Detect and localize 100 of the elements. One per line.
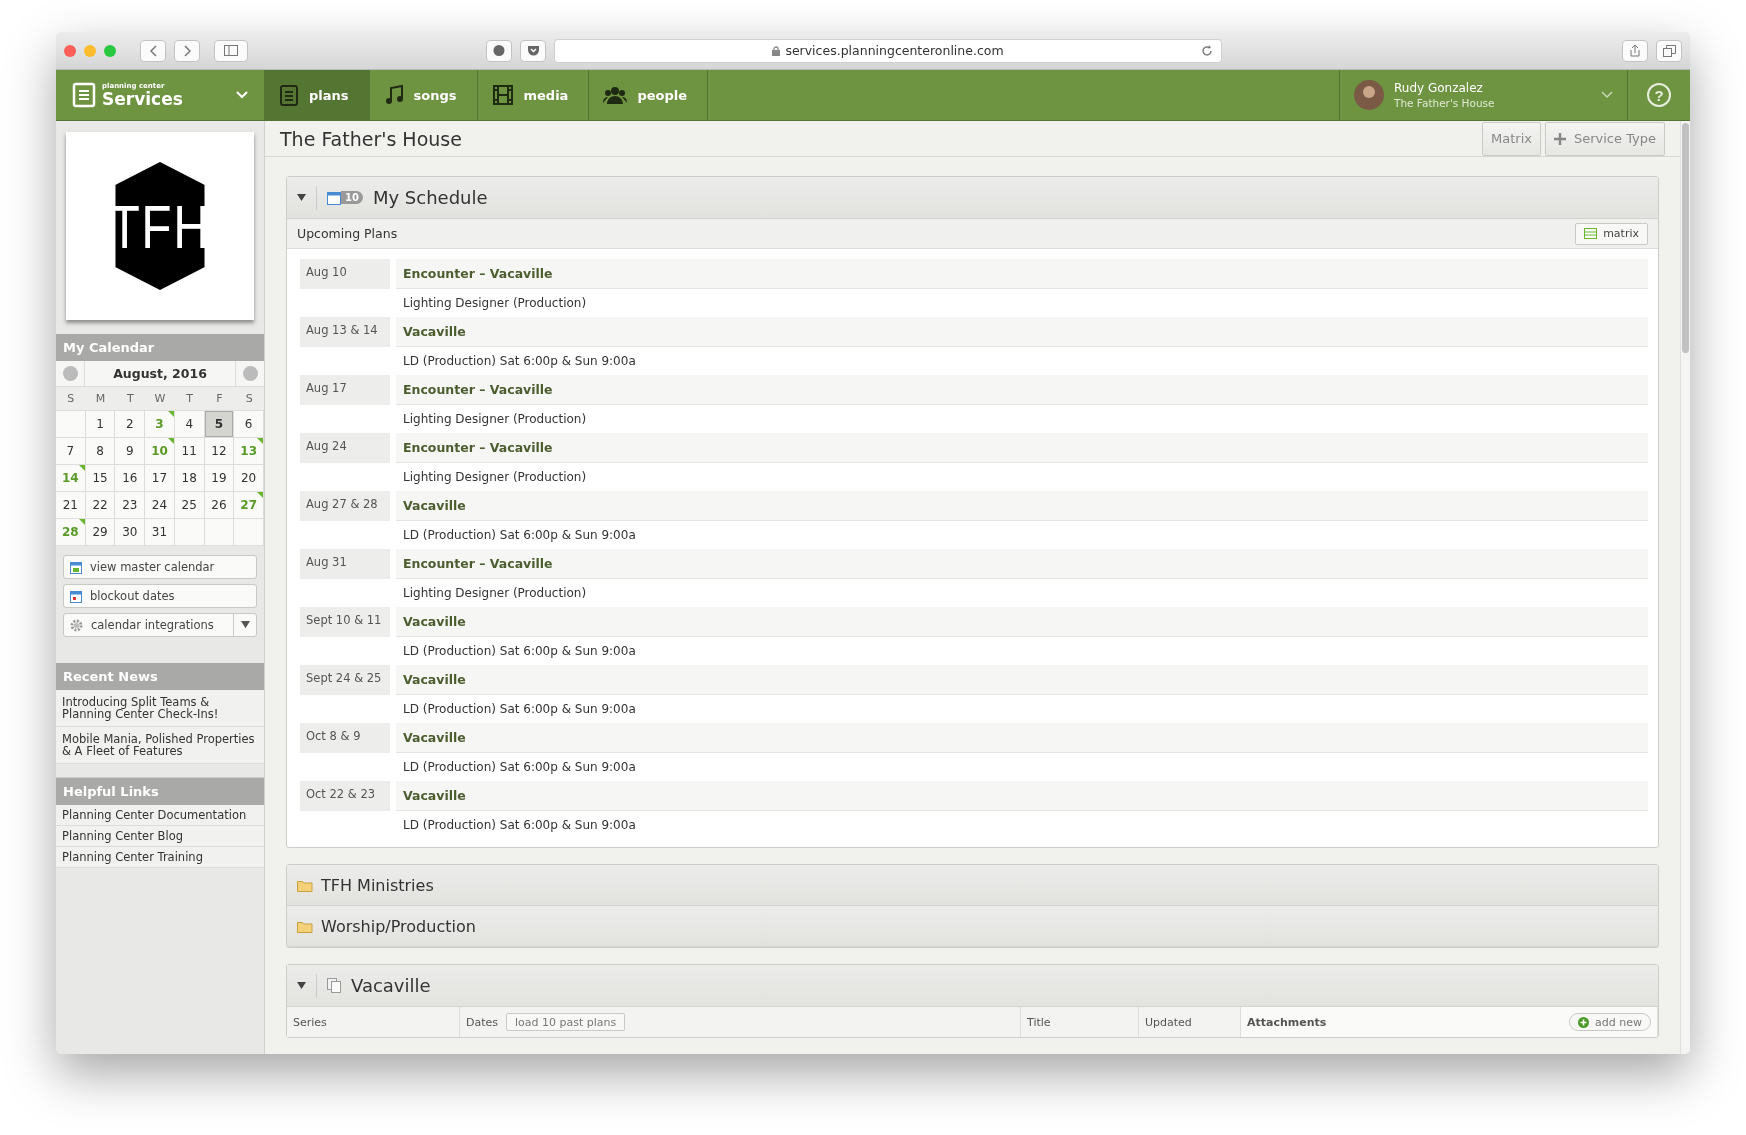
plan-role: LD (Production) Sat 6:00p & Sun 9:00a [402, 353, 637, 370]
calendar-day[interactable]: 8 [85, 438, 116, 465]
calendar-day[interactable]: 29 [85, 519, 116, 546]
news-link[interactable]: Introducing Split Teams & Planning Center Check-Ins! [56, 690, 264, 727]
folder-row[interactable]: Worship/Production [287, 906, 1658, 947]
column-label: Series [293, 1015, 327, 1029]
calendar-day[interactable]: 24 [145, 492, 175, 519]
scrollbar[interactable] [1680, 121, 1690, 1054]
user-organization: The Father's House [1394, 97, 1495, 109]
weekday-label: S [56, 387, 86, 411]
calendar-day[interactable]: 5 [204, 411, 235, 438]
plan-role: LD (Production) Sat 6:00p & Sun 9:00a [402, 527, 637, 544]
plan-title-link[interactable]: Vacaville [396, 491, 1648, 521]
film-icon [491, 84, 514, 106]
calendar-icon [327, 190, 341, 205]
plus-circle-icon [1578, 1016, 1590, 1028]
plan-title-link[interactable]: Vacaville [396, 607, 1648, 637]
calendar-day[interactable]: 6 [234, 411, 264, 438]
sidebar-button[interactable] [214, 39, 248, 62]
plan-date: Aug 31 [300, 549, 390, 579]
panel-title: My Schedule [372, 187, 488, 208]
folder-icon [297, 919, 313, 933]
caret-icon[interactable] [241, 621, 250, 629]
user-name[interactable]: Rudy Gonzalez [1394, 81, 1495, 95]
calendar-day[interactable]: 16 [115, 465, 146, 492]
calendar-day[interactable]: 23 [115, 492, 146, 519]
tabs-button[interactable] [1656, 39, 1682, 62]
calendar-day[interactable]: 21 [56, 492, 86, 519]
close-button[interactable] [64, 44, 76, 57]
next-month-button[interactable] [242, 366, 258, 381]
calendar-button[interactable]: blockout dates [63, 584, 257, 608]
calendar-day[interactable]: 11 [174, 438, 205, 465]
plan-title-link[interactable]: Vacaville [396, 317, 1648, 347]
calendar-day[interactable]: 22 [85, 492, 116, 519]
calendar-day[interactable]: 1 [85, 411, 116, 438]
plan-title-link[interactable]: Encounter – Vacaville [396, 549, 1648, 579]
matrix-button[interactable]: matrix [1575, 222, 1648, 245]
column-action-button[interactable]: add new [1569, 1013, 1651, 1031]
nav-tab[interactable]: media [477, 70, 590, 120]
help-link[interactable]: Planning Center Blog [56, 826, 264, 847]
plan-title-link[interactable]: Vacaville [396, 665, 1648, 695]
calendar-day[interactable]: 18 [174, 465, 205, 492]
chevron-left-icon [149, 44, 157, 57]
collapse-arrow-icon[interactable] [297, 981, 306, 990]
reload-icon[interactable] [1201, 44, 1213, 57]
plan-title-link[interactable]: Vacaville [396, 781, 1648, 811]
calendar-day[interactable]: 31 [145, 519, 175, 546]
lock-icon [772, 45, 781, 56]
calendar-icon [70, 589, 82, 603]
nav-tab[interactable]: songs [369, 70, 478, 120]
privacy-button[interactable] [486, 39, 512, 62]
help-link[interactable]: Planning Center Documentation [56, 805, 264, 826]
calendar-day[interactable]: 12 [204, 438, 235, 465]
pocket-icon [526, 44, 540, 57]
folder-row[interactable]: TFH Ministries [287, 865, 1658, 906]
weekday-label: T [115, 387, 146, 411]
column-action-button[interactable]: load 10 past plans [506, 1013, 626, 1031]
plan-role: Lighting Designer (Production) [402, 295, 588, 312]
plan-title-link[interactable]: Vacaville [396, 723, 1648, 753]
pocket-button[interactable] [520, 39, 546, 62]
address-bar[interactable]: services.planningcenteronline.com [554, 38, 1222, 63]
zoom-button[interactable] [104, 44, 116, 57]
calendar-day[interactable]: 2 [115, 411, 146, 438]
calendar-button[interactable]: calendar integrations [63, 613, 257, 637]
plan-role: LD (Production) Sat 6:00p & Sun 9:00a [402, 701, 637, 718]
nav-tab[interactable]: people [589, 70, 709, 120]
plan-date: Oct 22 & 23 [300, 781, 390, 811]
nav-tab[interactable]: plans [265, 70, 370, 120]
share-button[interactable] [1622, 39, 1648, 62]
news-link[interactable]: Mobile Mania, Polished Properties & A Fleet of Features [56, 727, 264, 764]
calendar-day[interactable]: 15 [85, 465, 116, 492]
back-button[interactable] [140, 39, 166, 62]
calendar-day[interactable]: 19 [204, 465, 235, 492]
calendar-day[interactable]: 17 [145, 465, 175, 492]
help-link[interactable]: Planning Center Training [56, 847, 264, 868]
plan-title-link[interactable]: Encounter – Vacaville [396, 259, 1648, 289]
weekday-label: T [174, 387, 205, 411]
previous-month-button[interactable] [62, 366, 78, 381]
plan-title-link[interactable]: Encounter – Vacaville [396, 375, 1648, 405]
calendar-day[interactable]: 20 [234, 465, 264, 492]
calendar-button[interactable]: view master calendar [63, 555, 257, 579]
plan-date: Aug 10 [300, 259, 390, 289]
calendar-day[interactable]: 4 [174, 411, 205, 438]
plus-icon [1553, 132, 1566, 145]
calendar-day[interactable]: 25 [174, 492, 205, 519]
dropdown-toggle[interactable] [233, 614, 250, 636]
collapse-arrow-icon[interactable] [297, 193, 306, 202]
calendar-day[interactable]: 30 [115, 519, 146, 546]
forward-button[interactable] [174, 39, 200, 62]
plan-role: Lighting Designer (Production) [402, 411, 588, 428]
clipboard-icon [279, 84, 299, 106]
plan-title-link[interactable]: Encounter – Vacaville [396, 433, 1648, 463]
calendar-day[interactable]: 7 [56, 438, 86, 465]
calendar-day[interactable]: 26 [204, 492, 235, 519]
column-label: Dates [466, 1015, 499, 1029]
calendar-day[interactable]: 9 [115, 438, 146, 465]
logo: TFH [115, 162, 205, 290]
chevron-down-icon[interactable] [1601, 91, 1613, 99]
panel-title: Vacaville [351, 975, 431, 996]
avatar[interactable] [1354, 80, 1384, 110]
